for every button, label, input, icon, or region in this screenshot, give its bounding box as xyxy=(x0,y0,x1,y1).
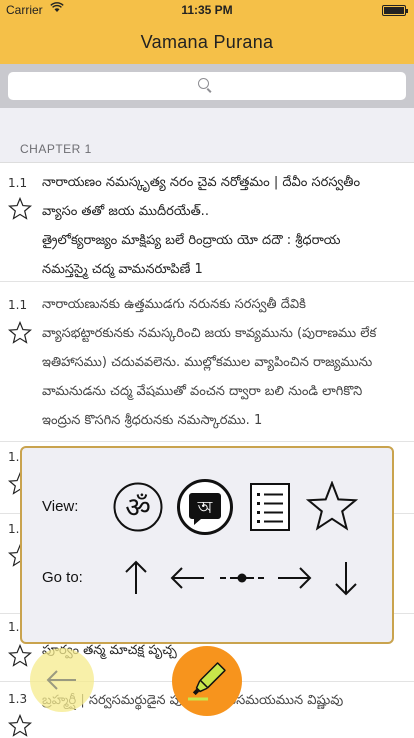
verse-text: నారాయణం నమస్కృత్య నరం చైవ నరోత్తమం | దేవ… xyxy=(42,168,404,284)
verse-line: త్రైలోక్యరాజ్యం మాక్షిప్య బలే రింద్రాయ య… xyxy=(42,233,341,248)
verse-line: నారాయణం నమస్కృత్య నరం చైవ నరోత్తమం | దేవ… xyxy=(42,175,361,190)
star-icon[interactable] xyxy=(306,481,358,533)
translation-icon[interactable]: অ xyxy=(177,479,233,535)
verse-row[interactable]: 1.1 నారాయణునకు ఉత్తముడగు నరునకు సరస్వతీ … xyxy=(0,282,414,442)
star-icon[interactable] xyxy=(8,321,32,345)
arrow-right-icon[interactable] xyxy=(268,552,320,604)
arrow-left-icon[interactable] xyxy=(162,552,214,604)
verse-line: వ్యాసభట్టారకునకు నమస్కరించి జయ కావ్యమును… xyxy=(42,326,377,341)
verse-line: నమస్తస్మై చద్మ వామనరూపిణే 1 xyxy=(42,262,203,277)
chapter-title: CHAPTER 1 xyxy=(20,142,92,156)
verse-line: ఇంద్రున కొసగిన శ్రీధరునకు నమస్కారము. 1 xyxy=(42,413,263,428)
search-input[interactable] xyxy=(8,72,406,100)
star-icon[interactable] xyxy=(8,197,32,221)
arrow-down-icon[interactable] xyxy=(320,552,372,604)
status-bar: Carrier 11:35 PM xyxy=(0,0,414,20)
verse-number: 1.1 xyxy=(8,176,28,190)
svg-text:অ: অ xyxy=(197,498,213,518)
view-navigation-panel: View: Go to: ॐ অ xyxy=(20,446,394,644)
star-icon[interactable] xyxy=(8,714,32,738)
search-area xyxy=(0,64,414,108)
navigation-bar: Vamana Purana xyxy=(0,20,414,64)
current-position-icon[interactable] xyxy=(216,552,268,604)
goto-label: Go to: xyxy=(42,569,83,586)
view-label: View: xyxy=(42,498,79,515)
verse-line: వ్యాసం తతో జయ ముదీరయేత్.. xyxy=(42,204,209,219)
svg-text:ॐ: ॐ xyxy=(125,491,151,524)
search-icon xyxy=(198,78,209,89)
highlighter-icon xyxy=(188,662,226,701)
battery-icon xyxy=(382,5,408,16)
list-icon[interactable] xyxy=(244,481,296,533)
arrow-up-icon[interactable] xyxy=(110,552,162,604)
verse-line: నారాయణునకు ఉత్తముడగు నరునకు సరస్వతీ దేవి… xyxy=(42,297,306,312)
verse-line: వామనుడను చద్మ వేషముతో వంచన ద్వారా బలి ను… xyxy=(42,384,363,399)
clock: 11:35 PM xyxy=(181,3,233,17)
arrow-left-icon xyxy=(46,670,76,690)
verse-text: నారాయణునకు ఉత్తముడగు నరునకు సరస్వతీ దేవి… xyxy=(42,290,404,435)
star-icon[interactable] xyxy=(8,644,32,668)
om-icon[interactable]: ॐ xyxy=(112,481,164,533)
highlighter-button[interactable] xyxy=(172,646,242,716)
verse-number: 1.3 xyxy=(8,692,28,706)
verse-row[interactable]: 1.1 నారాయణం నమస్కృత్య నరం చైవ నరోత్తమం |… xyxy=(0,164,414,282)
verse-number: 1.1 xyxy=(8,298,28,312)
back-button[interactable] xyxy=(30,648,94,712)
page-title: Vamana Purana xyxy=(140,32,274,52)
verse-line: ఇతిహాసము) చదువవలెను. ముల్లోకముల వ్యాపించ… xyxy=(42,355,373,370)
chapter-header: CHAPTER 1 xyxy=(0,108,414,163)
